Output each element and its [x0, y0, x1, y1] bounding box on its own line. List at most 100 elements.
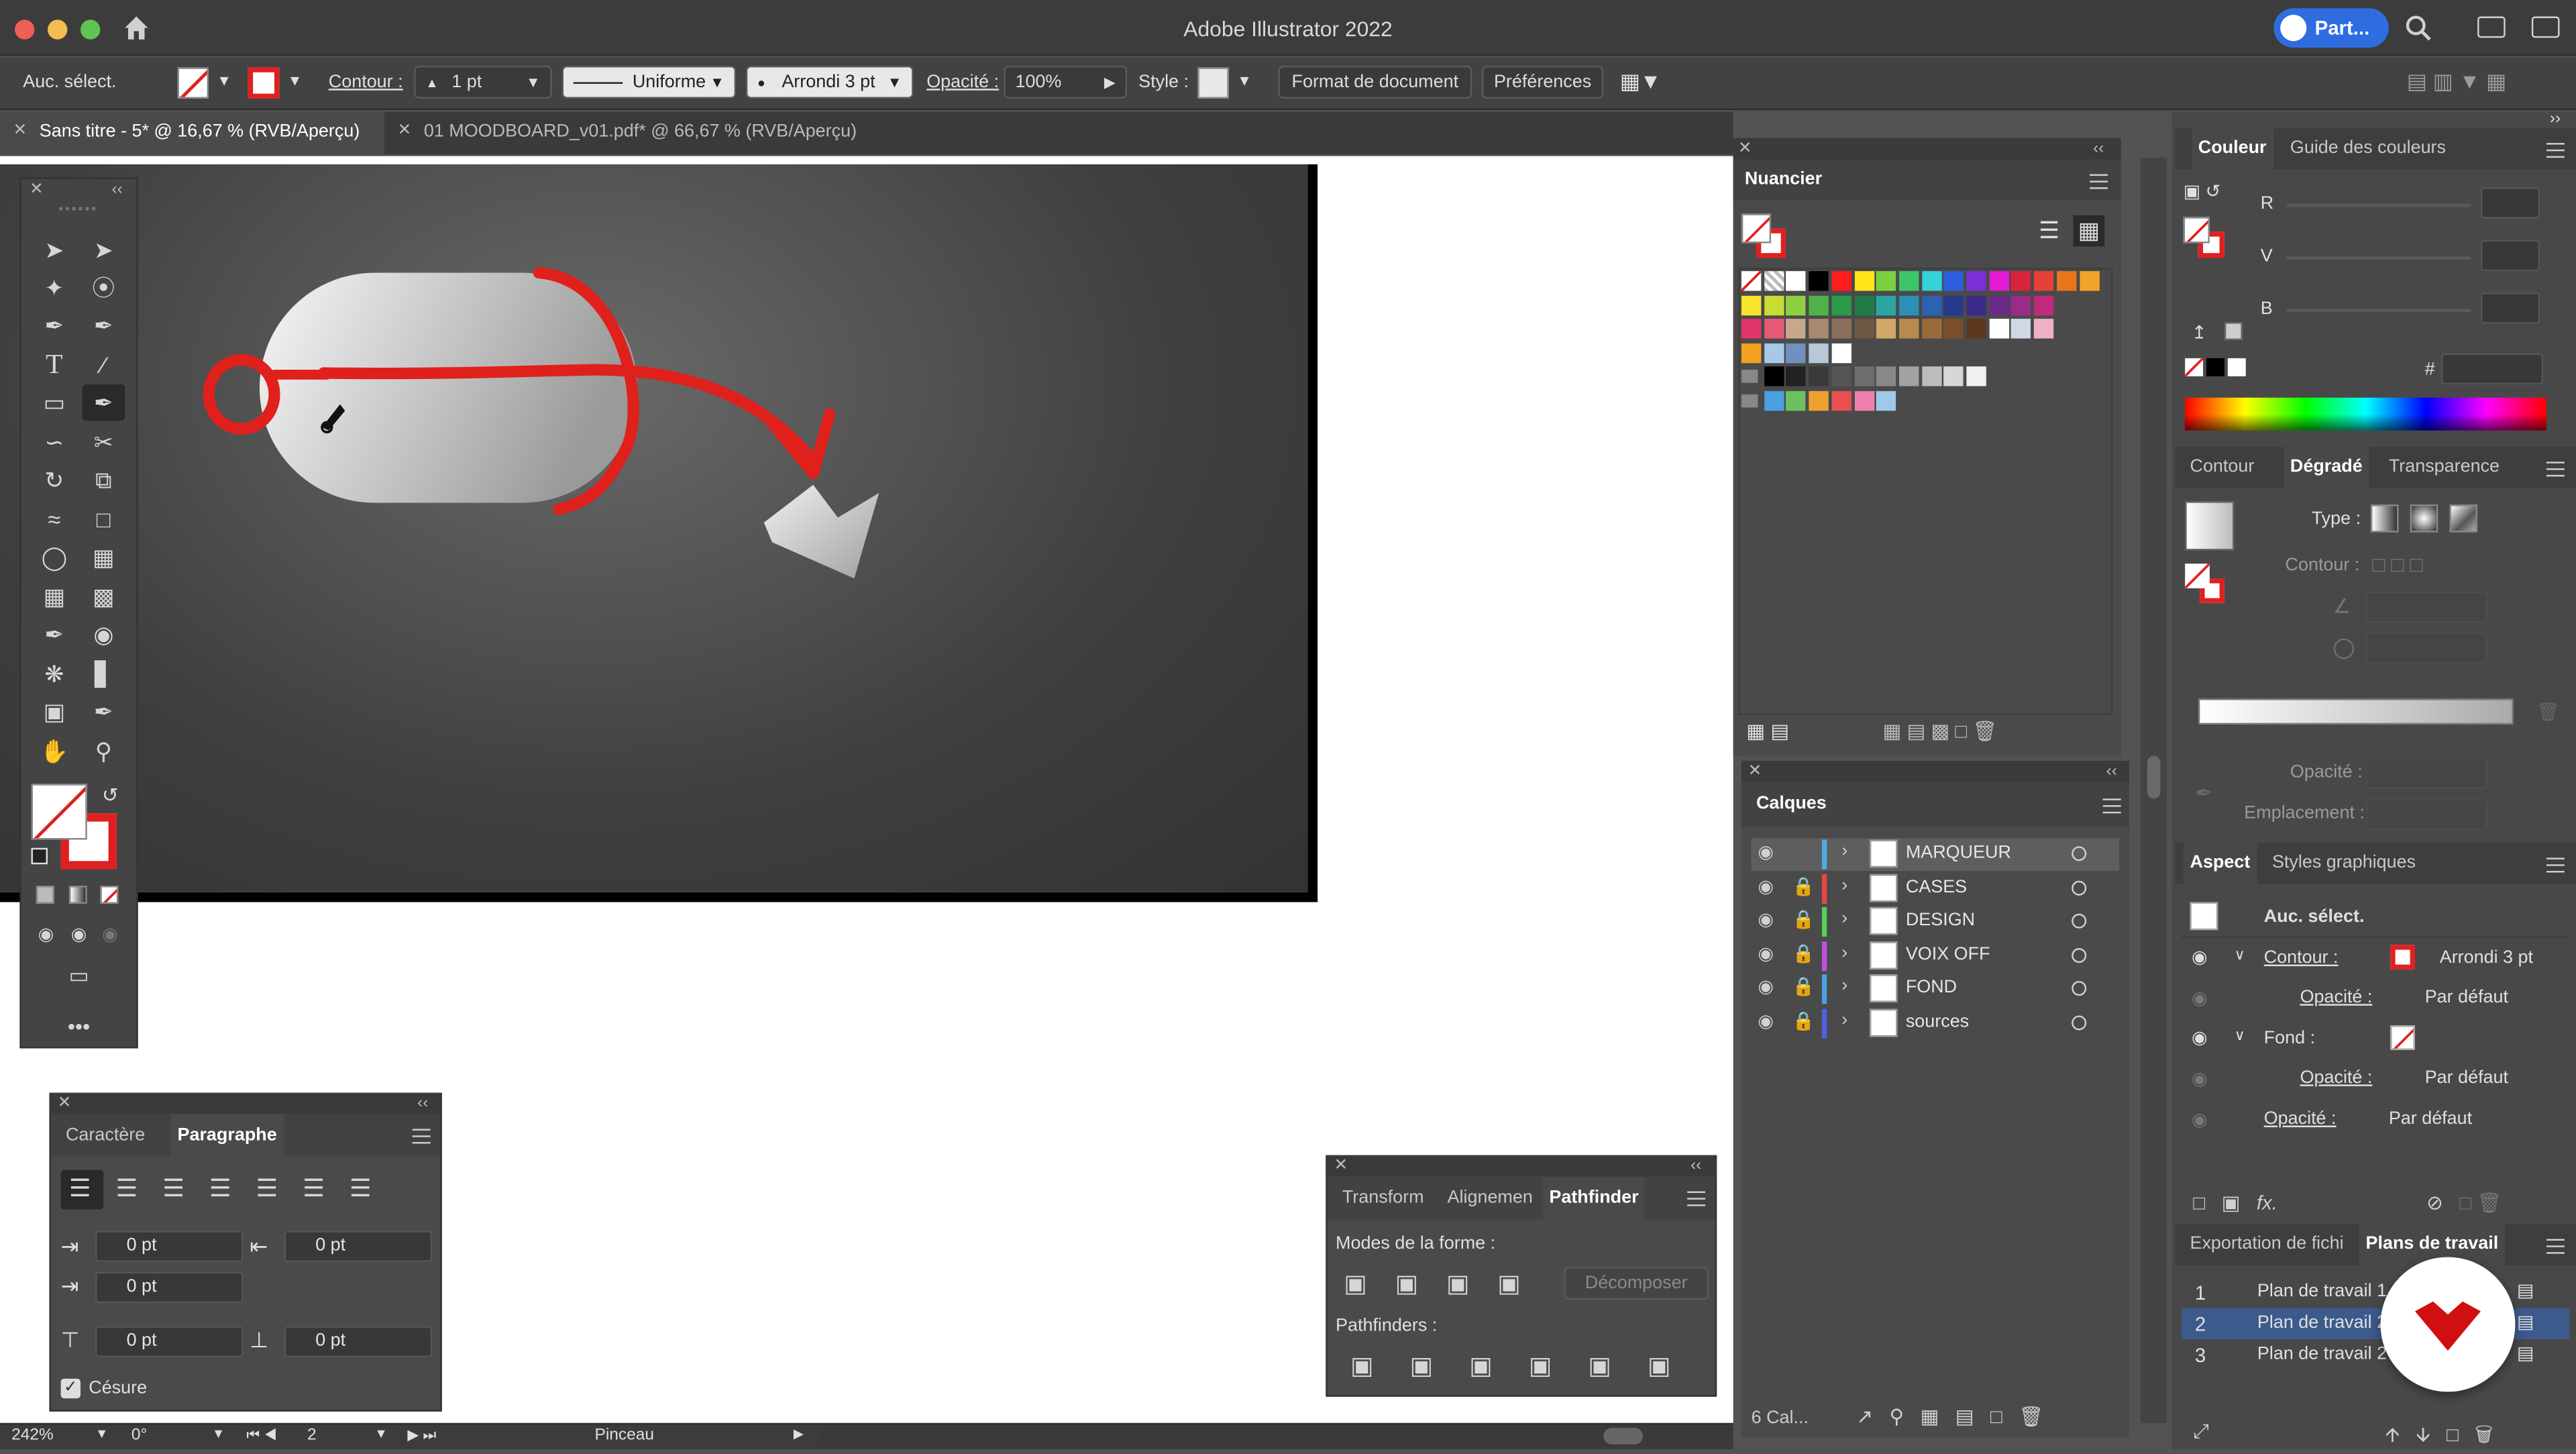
tab-paragraph[interactable]: Paragraphe	[170, 1114, 284, 1157]
panel-menu-icon[interactable]	[2546, 858, 2565, 873]
swatch[interactable]	[1831, 295, 1851, 315]
swatch[interactable]	[1764, 343, 1784, 363]
channel-b-slider[interactable]	[2286, 309, 2471, 313]
eye-icon[interactable]: ◉	[1758, 909, 1774, 930]
swatch[interactable]	[1809, 319, 1829, 339]
tab-align[interactable]: Alignemen	[1441, 1176, 1540, 1219]
close-tab-icon[interactable]: ✕	[398, 121, 412, 140]
layer-name[interactable]: DESIGN	[1906, 911, 1975, 930]
color-mode-icon[interactable]	[36, 886, 54, 904]
swatch[interactable]	[1741, 295, 1762, 315]
freeform-gradient-button[interactable]	[2449, 504, 2478, 533]
gradient-preview[interactable]	[2185, 501, 2235, 551]
swatch[interactable]	[1786, 343, 1807, 363]
stroke-swatch[interactable]	[248, 67, 280, 99]
swatch[interactable]	[1921, 271, 1941, 291]
gradient-slider[interactable]	[2198, 698, 2514, 725]
swatch[interactable]	[1854, 391, 1874, 411]
panels-scroll-thumb[interactable]	[2147, 756, 2161, 799]
layer-row[interactable]: ◉ 🔒 › VOIX OFF	[1752, 939, 2120, 972]
eye-icon[interactable]: ◉	[1758, 875, 1774, 896]
chevron-right-icon[interactable]: ›	[1841, 841, 1847, 861]
swatch[interactable]	[1786, 391, 1807, 411]
appearance-object-opacity-label[interactable]: Opacité :	[2264, 1109, 2337, 1129]
channel-r-field[interactable]	[2480, 187, 2540, 219]
space-after-field[interactable]: 0 pt	[284, 1326, 433, 1357]
artboard-nav-first-prev[interactable]: ⏮ ◀	[246, 1426, 277, 1445]
shaper-tool-icon[interactable]: ∽	[36, 425, 72, 458]
swatch[interactable]	[1943, 367, 1964, 387]
swatch[interactable]	[2011, 271, 2031, 291]
swatch[interactable]	[1921, 367, 1941, 387]
mesh-tool-icon[interactable]: ▦	[36, 580, 72, 613]
white-color-swatch[interactable]	[2227, 358, 2246, 376]
tab-transform[interactable]: Transform	[1336, 1176, 1430, 1219]
swatch[interactable]	[1943, 295, 1964, 315]
chevron-right-icon[interactable]: ›	[1841, 1010, 1847, 1030]
opacity-label[interactable]: Opacité :	[926, 72, 999, 92]
swatch[interactable]	[1921, 319, 1941, 339]
layers-title[interactable]: Calques	[1756, 794, 1827, 813]
zoom-level[interactable]: 242%	[11, 1426, 54, 1445]
close-panel-icon[interactable]: ✕	[58, 1094, 72, 1112]
collapse-panel-icon[interactable]: ‹‹	[1690, 1157, 1701, 1175]
color-fill-box[interactable]	[2183, 217, 2210, 244]
layer-row[interactable]: ◉ 🔒 › sources	[1752, 1007, 2120, 1040]
swatch[interactable]	[1809, 391, 1829, 411]
scissors-tool-icon[interactable]: ✂	[85, 425, 121, 458]
swatch[interactable]	[2034, 295, 2054, 315]
swatch[interactable]	[1988, 271, 2009, 291]
tab-gradient[interactable]: Dégradé	[2284, 447, 2369, 488]
close-panel-icon[interactable]: ✕	[1738, 140, 1752, 158]
swatch[interactable]	[1966, 295, 1986, 315]
stroke-weight-field[interactable]: ▲ 1 pt ▼	[414, 65, 552, 99]
swatch-libraries-icon[interactable]: ▦ ▤	[1746, 720, 1789, 743]
swatch[interactable]	[2079, 271, 2099, 291]
document-setup-button[interactable]: Format de document	[1278, 65, 1472, 99]
preferences-button[interactable]: Préférences	[1481, 65, 1604, 99]
swatch-registration[interactable]	[1764, 271, 1784, 291]
artboard-number[interactable]: 2	[307, 1426, 317, 1445]
curvature-tool-icon[interactable]: ✒	[85, 309, 121, 342]
eye-icon[interactable]: ◉	[1758, 943, 1774, 964]
tab-graphic-styles[interactable]: Styles graphiques	[2265, 843, 2422, 884]
stroke-profile-select[interactable]: Uniforme ▼	[561, 65, 737, 99]
swatch[interactable]	[2034, 319, 2054, 339]
chevron-down-icon[interactable]: ∨	[2235, 1027, 2245, 1045]
layer-target-icon[interactable]	[2072, 947, 2087, 963]
fill-swatch[interactable]	[177, 67, 209, 99]
color-spectrum[interactable]	[2185, 397, 2546, 431]
collapse-panel-icon[interactable]: ‹‹	[112, 180, 123, 199]
eye-icon[interactable]: ◉	[2192, 988, 2208, 1008]
symbol-sprayer-tool-icon[interactable]: ❋	[36, 658, 72, 690]
panel-menu-icon[interactable]	[1687, 1191, 1706, 1206]
hand-tool-icon[interactable]: ✋	[36, 735, 72, 768]
artboard-name[interactable]: Plan de travail 1	[2257, 1282, 2387, 1301]
chevron-down-icon[interactable]: ▼	[1237, 72, 1252, 89]
collapse-panel-icon[interactable]: ‹‹	[417, 1094, 428, 1112]
linear-gradient-button[interactable]	[2370, 504, 2399, 533]
chevron-right-icon[interactable]: ›	[1841, 875, 1847, 894]
pathfinder-icons[interactable]: ▣▣▣▣▣▣	[1350, 1351, 1707, 1381]
panel-toggle-icon[interactable]	[2531, 16, 2560, 38]
layer-target-icon[interactable]	[2072, 914, 2087, 929]
horizontal-scrollbar[interactable]	[821, 1426, 1733, 1447]
eye-icon[interactable]: ◉	[1758, 977, 1774, 998]
eye-icon[interactable]: ◉	[2192, 1027, 2208, 1048]
swatch[interactable]	[1809, 343, 1829, 363]
panel-menu-icon[interactable]	[2546, 1239, 2565, 1254]
swatch[interactable]	[1898, 367, 1919, 387]
swatch[interactable]	[2011, 295, 2031, 315]
layer-name[interactable]: MARQUEUR	[1906, 843, 2011, 862]
artboard-nav-next-last[interactable]: ▶ ⏭	[407, 1426, 436, 1445]
close-tab-icon[interactable]: ✕	[13, 121, 28, 140]
gradient-fill-box[interactable]	[2185, 564, 2210, 588]
eye-icon[interactable]: ◉	[2192, 1109, 2208, 1131]
eyedropper-tool-icon[interactable]: ✒	[36, 618, 72, 651]
tab-appearance[interactable]: Aspect	[2183, 843, 2257, 884]
swatch[interactable]	[1764, 295, 1784, 315]
fill-color-box[interactable]	[31, 784, 87, 840]
appearance-stroke-value[interactable]: Arrondi 3 pt	[2440, 948, 2533, 968]
swatch[interactable]	[1831, 343, 1851, 363]
swatch[interactable]	[1786, 367, 1807, 387]
